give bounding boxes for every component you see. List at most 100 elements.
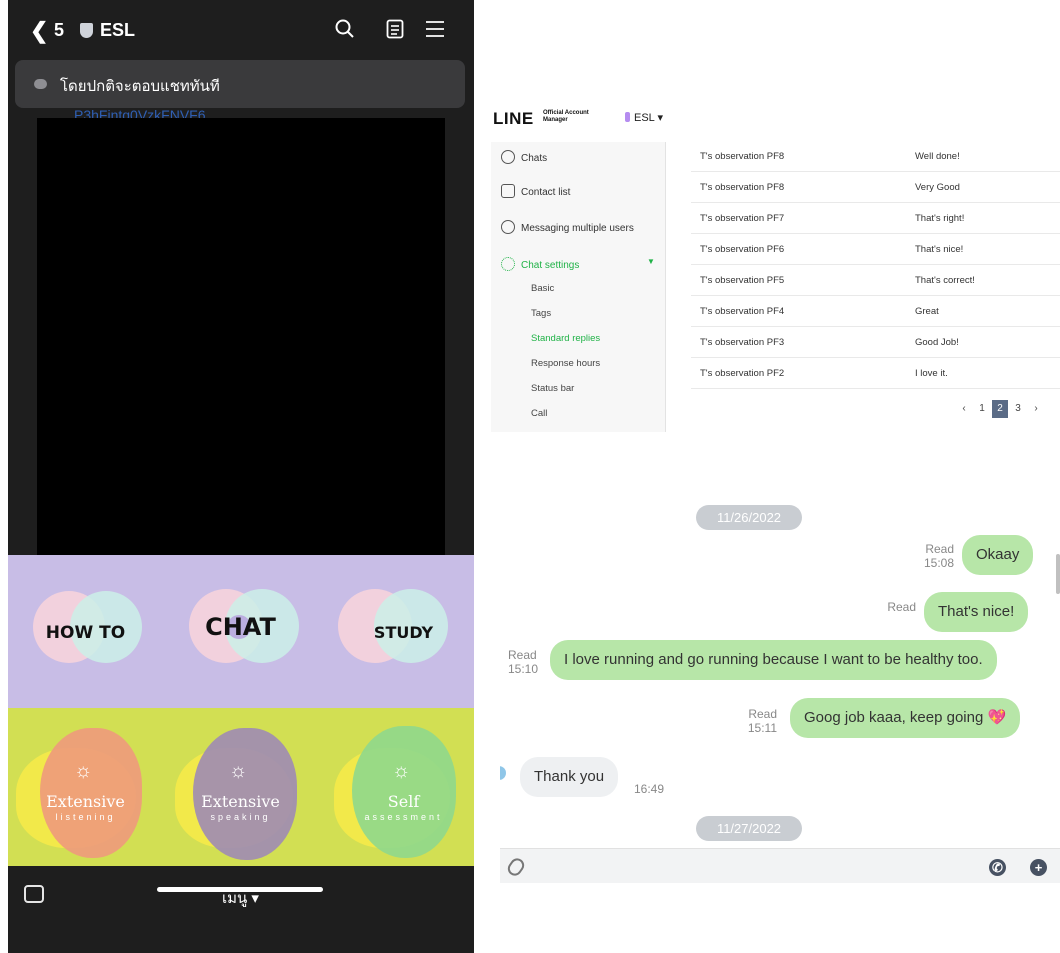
chat-messages: 11/26/2022 Read 15:08 Okaay Read That's n… — [500, 474, 1060, 846]
reply-name-cell: T's observation PF6 — [700, 244, 785, 255]
read-label: Read — [508, 648, 537, 662]
reply-text-cell: Great — [915, 306, 939, 317]
message-bubble-outgoing[interactable]: Okaay — [962, 535, 1034, 575]
pager-page-2[interactable]: 2 — [992, 400, 1008, 418]
rich-menu-extensive-speaking[interactable]: ☼ Extensive speaking — [163, 708, 318, 866]
table-row[interactable]: T's observation PF2 I love it. — [691, 358, 1060, 389]
table-row[interactable]: T's observation PF8 Well done! — [691, 141, 1060, 172]
chat-scrollbar[interactable] — [1056, 554, 1060, 594]
message-time: 15:08 — [923, 556, 954, 570]
settings-sub-response-hours[interactable]: Response hours — [531, 358, 600, 369]
read-label: Read — [887, 600, 916, 614]
chat-input-bar: ✆ + — [500, 848, 1060, 883]
settings-sub-standard-replies[interactable]: Standard replies — [531, 333, 600, 344]
table-row[interactable]: T's observation PF4 Great — [691, 296, 1060, 327]
user-avatar — [500, 766, 506, 780]
read-label: Read — [925, 542, 954, 556]
reply-text-cell: I love it. — [915, 368, 948, 379]
unread-count: 5 — [54, 20, 65, 40]
chat-bubble-icon — [501, 150, 515, 164]
chat-bubble-icon — [34, 79, 47, 89]
sidebar-item-label: Messaging multiple users — [521, 223, 634, 234]
reply-name-cell: T's observation PF7 — [700, 213, 785, 224]
oa-sidebar: Chats Contact list Messaging multiple us… — [491, 142, 666, 432]
reply-name-cell: T's observation PF5 — [700, 275, 785, 286]
paperclip-icon[interactable] — [505, 855, 527, 879]
table-row[interactable]: T's observation PF8 Very Good — [691, 172, 1060, 203]
reply-text-cell: Well done! — [915, 151, 960, 162]
lightbulb-icon: ☼ — [392, 760, 411, 782]
rich-menu-self-assessment[interactable]: ☼ Self assessment — [318, 708, 473, 866]
shield-icon — [80, 23, 93, 38]
keyboard-icon[interactable] — [24, 885, 44, 903]
message-bubble-outgoing[interactable]: Goog job kaaa, keep going 💖 — [790, 698, 1021, 738]
reply-name-cell: T's observation PF2 — [700, 368, 785, 379]
rich-menu-how-to[interactable]: HOW TO — [8, 555, 163, 708]
back-chevron-icon[interactable]: ❮ — [30, 18, 48, 44]
pager-page-1[interactable]: 1 — [974, 400, 990, 418]
date-separator: 11/27/2022 — [696, 816, 802, 841]
line-logo: LINE — [493, 109, 534, 128]
settings-sub-status-bar[interactable]: Status bar — [531, 383, 574, 394]
rich-menu-chat[interactable]: CHAT — [163, 555, 318, 708]
hamburger-menu-icon[interactable] — [420, 14, 450, 44]
read-receipt: Read 15:11 — [733, 707, 777, 735]
notice-text: โดยปกติจะตอบแชททันที — [60, 78, 220, 95]
extensive-speaking-title: Extensive — [201, 792, 280, 811]
caret-down-icon: ▼ — [647, 257, 655, 266]
pager-next-button[interactable]: › — [1028, 400, 1044, 418]
reply-text-cell: Good Job! — [915, 337, 959, 348]
sidebar-item-chats[interactable]: Chats — [501, 150, 547, 164]
sidebar-item-messaging-multiple-users[interactable]: Messaging multiple users — [501, 220, 634, 234]
message-time: 16:49 — [634, 782, 665, 796]
lightbulb-icon: ☼ — [229, 760, 248, 782]
pager-page-3[interactable]: 3 — [1010, 400, 1026, 418]
phone-call-icon[interactable]: ✆ — [989, 859, 1006, 876]
table-row[interactable]: T's observation PF7 That's right! — [691, 203, 1060, 234]
table-row[interactable]: T's observation PF5 That's correct! — [691, 265, 1060, 296]
extensive-listening-subtitle: listening — [55, 812, 116, 822]
standard-replies-table: T's observation PF8 Well done! T's observa… — [691, 141, 1060, 389]
chat-footer: เมนู ▾ — [8, 866, 474, 953]
read-receipt: Read — [876, 600, 916, 614]
sidebar-item-contact-list[interactable]: Contact list — [501, 184, 570, 198]
extensive-listening-title: Extensive — [46, 792, 125, 811]
sidebar-item-label: Chat settings — [521, 260, 580, 271]
message-bubble-outgoing[interactable]: I love running and go running because I … — [550, 640, 997, 680]
account-switcher[interactable]: ESL ▾ — [625, 111, 663, 124]
chat-label: CHAT — [205, 613, 276, 641]
status-bar-notice: โดยปกติจะตอบแชททันที — [15, 60, 465, 108]
message-time: 15:10 — [508, 662, 539, 676]
reply-text-cell: Very Good — [915, 182, 960, 193]
reply-text-cell: That's right! — [915, 213, 965, 224]
rich-menu-study[interactable]: STUDY — [318, 555, 473, 708]
notes-icon[interactable] — [380, 14, 410, 44]
lightbulb-icon: ☼ — [74, 760, 93, 782]
oa-chat-window: 11/26/2022 Read 15:08 Okaay Read That's n… — [500, 474, 1060, 883]
gear-icon — [501, 257, 515, 271]
table-row[interactable]: T's observation PF6 That's nice! — [691, 234, 1060, 265]
sidebar-item-chat-settings[interactable]: Chat settings ▼ — [501, 257, 655, 271]
settings-sub-call[interactable]: Call — [531, 408, 547, 419]
home-indicator — [157, 887, 323, 892]
self-assessment-title: Self — [387, 792, 420, 811]
settings-sub-tags[interactable]: Tags — [531, 308, 551, 319]
line-oa-manager-panel: LINE Official Account Manager ESL ▾ Chat… — [491, 100, 1060, 440]
search-icon[interactable] — [330, 14, 360, 44]
reply-name-cell: T's observation PF8 — [700, 182, 785, 193]
sidebar-item-label: Contact list — [521, 187, 571, 198]
reply-name-cell: T's observation PF8 — [700, 151, 785, 162]
reply-name-cell: T's observation PF4 — [700, 306, 785, 317]
reply-text-cell: That's nice! — [915, 244, 964, 255]
table-row[interactable]: T's observation PF3 Good Job! — [691, 327, 1060, 358]
self-assessment-subtitle: assessment — [364, 812, 443, 822]
settings-sub-basic[interactable]: Basic — [531, 283, 554, 294]
oa-manager-wordmark: Official Account Manager — [543, 110, 589, 123]
contact-card-icon — [501, 184, 515, 198]
rich-menu-extensive-listening[interactable]: ☼ Extensive listening — [8, 708, 163, 866]
pager-prev-button[interactable]: ‹ — [956, 400, 972, 418]
plus-icon[interactable]: + — [1030, 859, 1047, 876]
chat-header: ❮ 5 ESL — [8, 0, 474, 60]
message-bubble-incoming[interactable]: Thank you — [520, 757, 619, 797]
message-bubble-outgoing[interactable]: That's nice! — [924, 592, 1029, 632]
